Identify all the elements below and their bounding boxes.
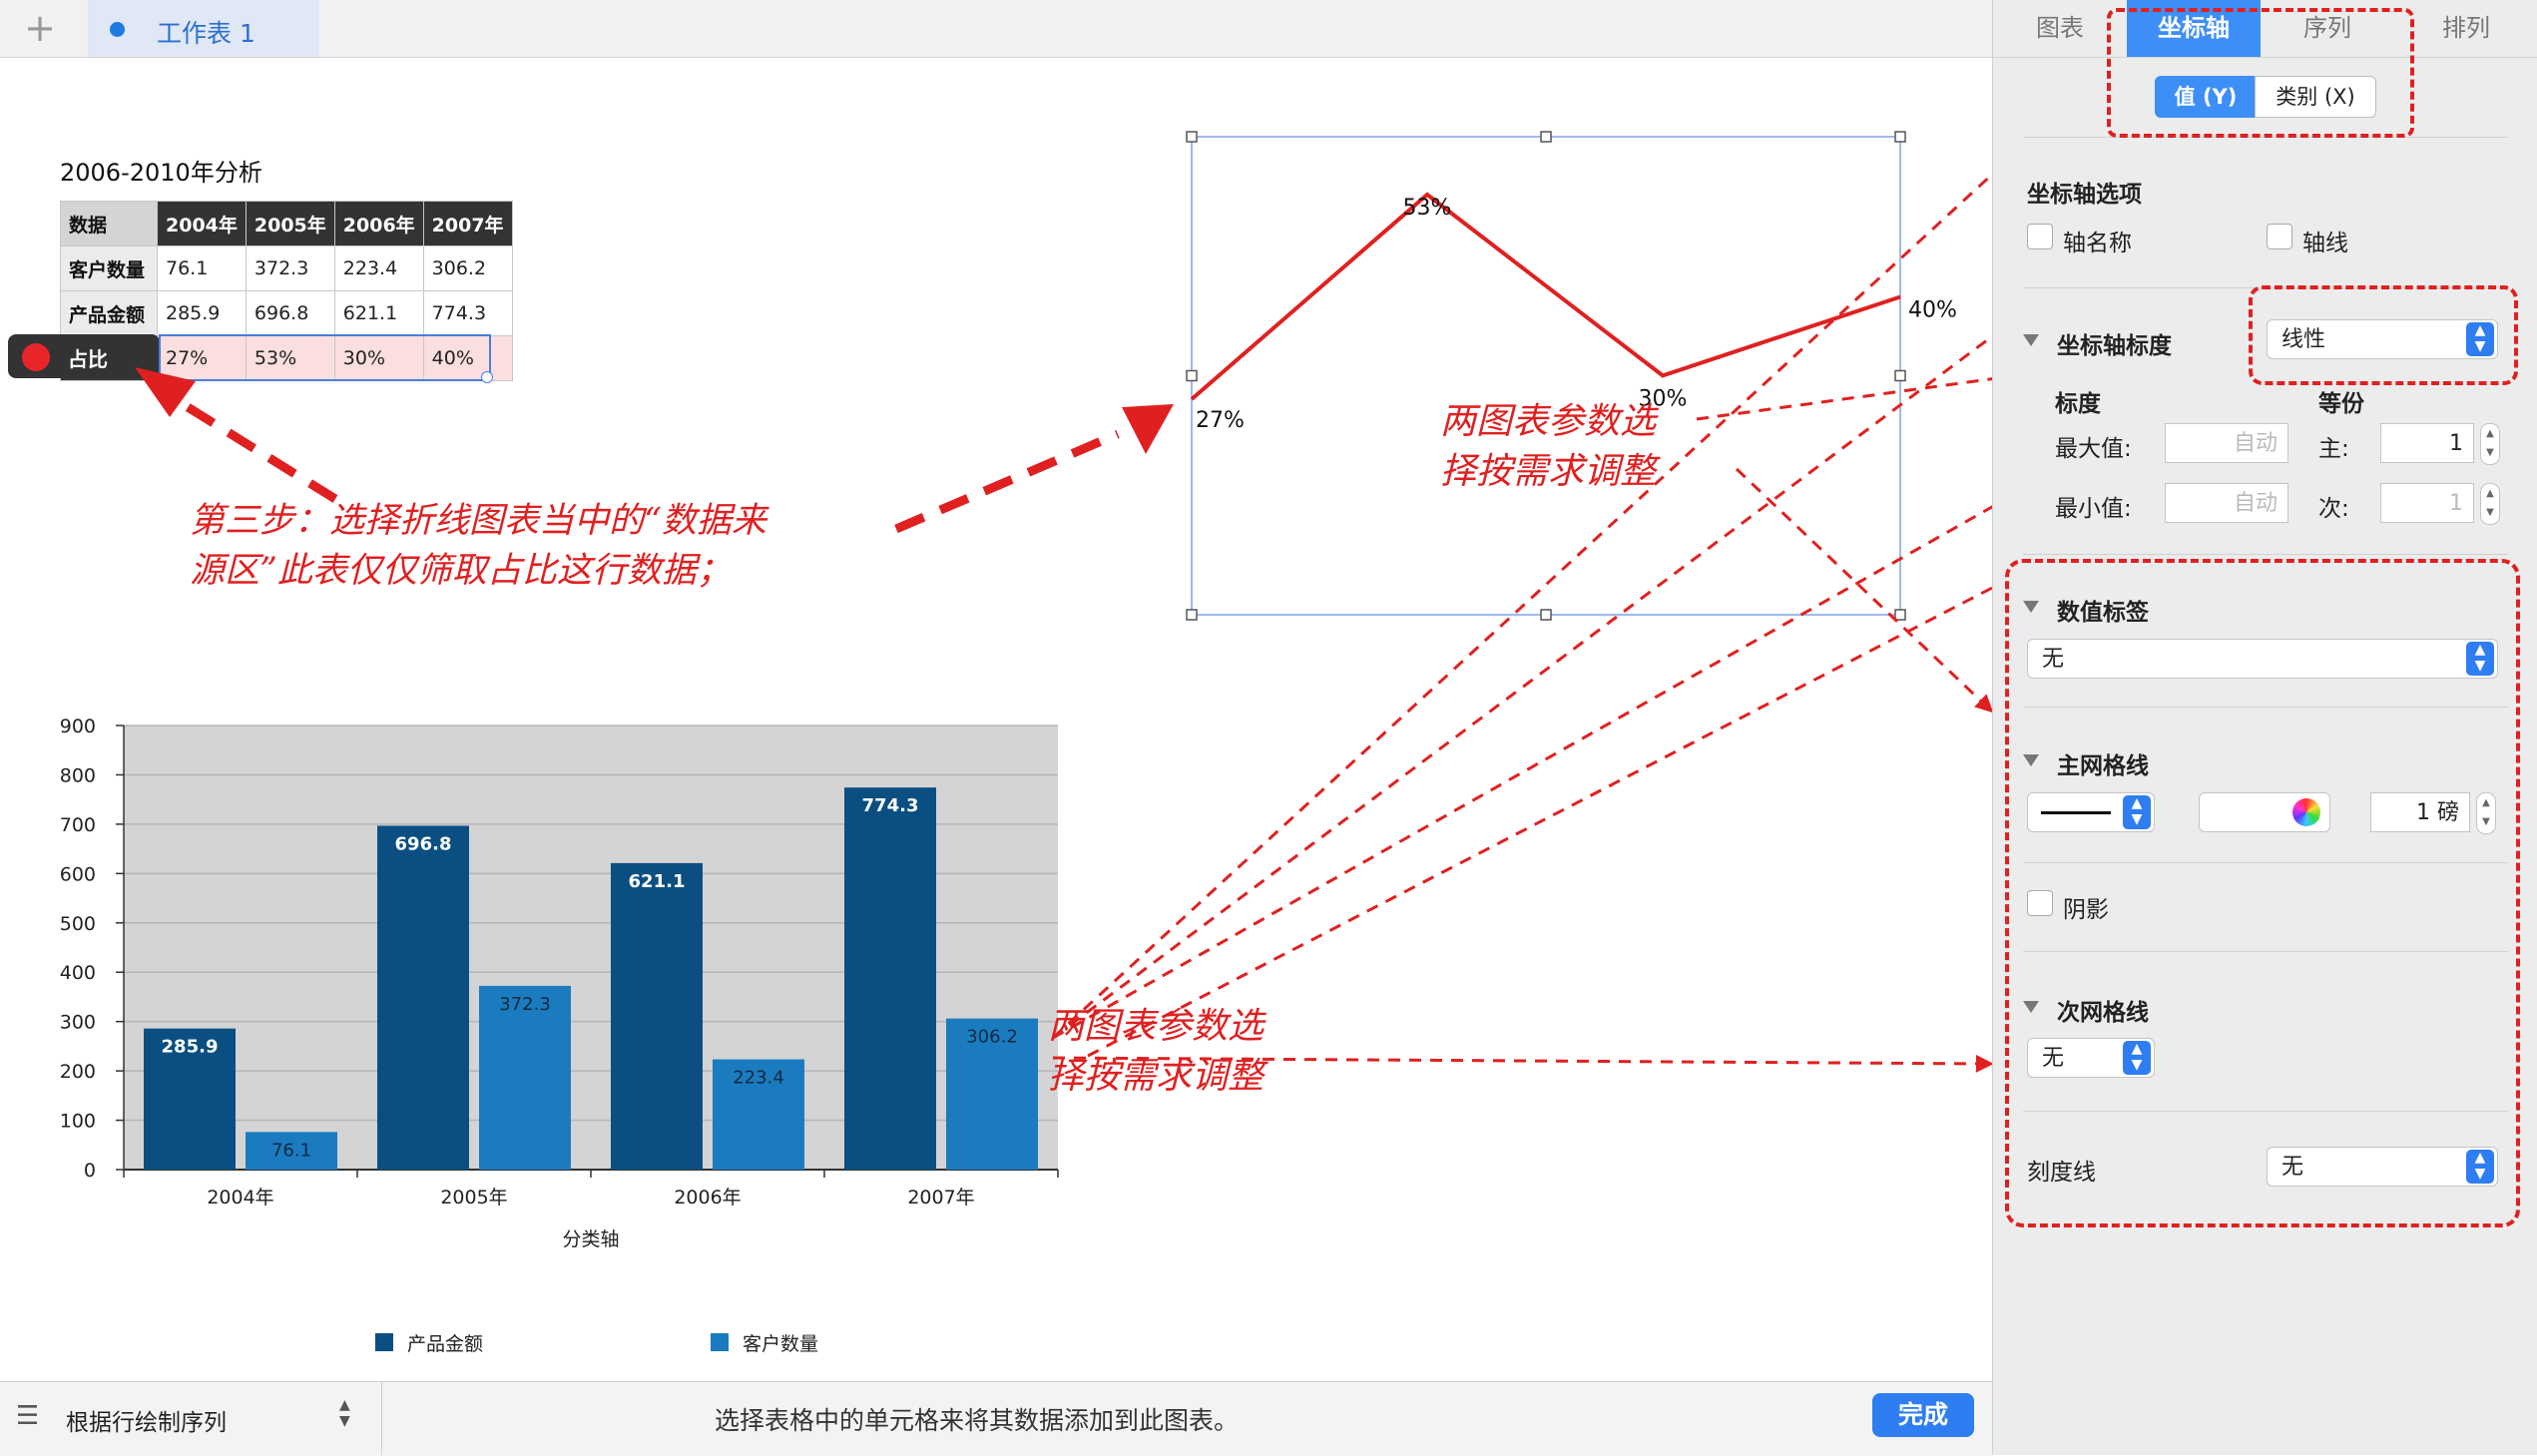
- highlight-box-scale: [2249, 285, 2518, 385]
- series-mode-select[interactable]: 根据行绘制序列: [66, 1403, 227, 1437]
- resize-handle: [1894, 131, 1906, 143]
- highlight-box-axis-tab: [2107, 8, 2414, 138]
- bar-chart[interactable]: 0 100 200 300 400 500 600 700 800 900 2004年 285.9 76…: [60, 716, 1059, 1355]
- hint-text: 选择表格中的单元格来将其数据添加到此图表。: [715, 1406, 1240, 1435]
- list-icon: ☰: [16, 1401, 40, 1431]
- thin-dashed-arrow: [1052, 334, 1992, 1040]
- params-annotation-bottom: 两图表参数选 择按需求调整: [1048, 1006, 1265, 1097]
- min-value-input[interactable]: 自动: [2165, 483, 2288, 523]
- y-tick-label: 300: [60, 1012, 96, 1034]
- tab-arrange[interactable]: 排列: [2394, 0, 2537, 57]
- bar-data-label: 696.8: [395, 833, 452, 854]
- highlight-box-settings: [2005, 559, 2520, 1227]
- x-axis-title: 分类轴: [562, 1228, 619, 1250]
- x-tick-label: 2004年: [207, 1187, 273, 1209]
- bar-产品金额: [844, 787, 936, 1170]
- minor-stepper[interactable]: ▲ ▼: [2480, 483, 2500, 525]
- resize-handle: [1540, 609, 1552, 621]
- y-tick-label: 700: [60, 814, 96, 836]
- line-series-占比: [1190, 192, 1901, 401]
- resize-handle: [1186, 609, 1198, 621]
- thin-dashed-arrow: [1051, 172, 1992, 1040]
- y-tick-label: 0: [84, 1160, 96, 1182]
- params-annotation-top: 两图表参数选 择按需求调整: [1440, 401, 1657, 492]
- major-label: 主:: [2318, 436, 2349, 462]
- resize-handle: [1894, 609, 1906, 621]
- arrowhead: [1122, 404, 1174, 454]
- bar-产品金额: [377, 825, 469, 1170]
- done-button[interactable]: 完成: [1872, 1393, 1974, 1437]
- thin-dashed-arrow: [1735, 467, 1992, 714]
- resize-handle: [1540, 131, 1552, 143]
- major-divisions-input[interactable]: 1: [2380, 423, 2474, 463]
- step3-annotation: 第三步：选择折线图表当中的“数据来 源区”此表仅仅筛取占比这行数据；: [190, 501, 766, 591]
- bar-data-label: 76.1: [271, 1140, 311, 1161]
- axis-line-checkbox[interactable]: [2267, 224, 2292, 249]
- x-tick-label: 2006年: [674, 1187, 741, 1209]
- axis-line-label: 轴线: [2302, 231, 2348, 256]
- line-chart-frame: [1191, 136, 1901, 616]
- chevron-updown-icon[interactable]: ▲ ▼: [339, 1397, 350, 1429]
- axis-name-checkbox[interactable]: [2027, 224, 2053, 249]
- data-label: 27%: [1196, 408, 1245, 433]
- max-value-input[interactable]: 自动: [2165, 423, 2288, 463]
- resize-handle: [1186, 369, 1198, 382]
- x-tick-label: 2007年: [907, 1187, 974, 1209]
- line-chart[interactable]: 27%53%30%40%: [1186, 131, 1957, 621]
- resize-handle: [1894, 369, 1906, 382]
- bar-data-label: 285.9: [162, 1037, 219, 1058]
- divisions-label: 等份: [2318, 391, 2364, 417]
- y-tick-label: 500: [60, 913, 96, 935]
- chart-canvas: 27%53%30%40% 010020030040050060070080090…: [60, 131, 1992, 1355]
- axis-options-heading: 坐标轴选项: [2027, 182, 2142, 208]
- minor-label: 次:: [2318, 496, 2349, 522]
- y-tick-label: 900: [60, 716, 96, 737]
- y-tick-label: 600: [60, 863, 96, 885]
- scale-label: 标度: [2055, 391, 2101, 417]
- data-label: 40%: [1908, 298, 1957, 323]
- divider: [381, 1381, 382, 1455]
- thin-dashed-arrow: [1696, 377, 1992, 421]
- axis-scale-heading: 坐标轴标度: [2057, 333, 2172, 359]
- y-tick-label: 200: [60, 1061, 96, 1083]
- bar-data-label: 372.3: [499, 994, 551, 1015]
- thick-arrow-to-line-chart: [894, 429, 1120, 534]
- legend-label: 客户数量: [743, 1333, 818, 1355]
- minor-divisions-input[interactable]: 1: [2380, 483, 2474, 523]
- inspector-panel: 图表 坐标轴 序列 排列 值 (Y) 类别 (X) 坐标轴选项 轴名称 轴线 坐…: [1992, 0, 2537, 1455]
- min-value-label: 最小值:: [2055, 496, 2132, 522]
- resize-handle: [1186, 131, 1198, 143]
- thin-dashed-arrow: [1087, 586, 1992, 1058]
- thick-arrow-to-table: [169, 393, 338, 503]
- x-tick-label: 2005年: [440, 1187, 507, 1209]
- max-value-label: 最大值:: [2055, 436, 2132, 462]
- legend-label: 产品金额: [407, 1333, 483, 1355]
- y-tick-label: 800: [60, 764, 96, 786]
- y-tick-label: 400: [60, 962, 96, 984]
- bar-data-label: 774.3: [862, 795, 919, 816]
- bar-data-label: 223.4: [733, 1068, 784, 1089]
- data-label: 53%: [1403, 196, 1452, 221]
- legend-swatch: [375, 1333, 393, 1351]
- bar-data-label: 621.1: [629, 871, 686, 892]
- bar-产品金额: [611, 862, 703, 1170]
- bar-data-label: 306.2: [966, 1027, 1018, 1048]
- axis-name-label: 轴名称: [2063, 231, 2132, 256]
- y-tick-label: 100: [60, 1111, 96, 1133]
- legend-swatch: [711, 1333, 729, 1351]
- major-stepper[interactable]: ▲ ▼: [2480, 423, 2500, 465]
- disclosure-triangle-icon[interactable]: [2023, 334, 2039, 346]
- divider: [2023, 554, 2508, 555]
